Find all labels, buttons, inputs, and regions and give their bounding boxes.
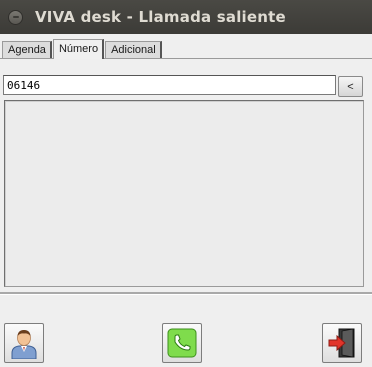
- exit-button[interactable]: [322, 323, 362, 363]
- divider: [0, 292, 372, 295]
- backspace-button[interactable]: <: [338, 76, 363, 97]
- call-button[interactable]: [162, 323, 202, 363]
- tab-adicional[interactable]: Adicional: [105, 41, 162, 58]
- window-title: VIVA desk - Llamada saliente: [35, 8, 286, 26]
- tab-strip: Agenda Número Adicional: [2, 38, 163, 59]
- title-bar: VIVA desk - Llamada saliente: [0, 0, 372, 34]
- contacts-button[interactable]: [4, 323, 44, 363]
- user-icon: [11, 330, 37, 359]
- tab-numero[interactable]: Número: [52, 39, 105, 59]
- exit-door-icon: [328, 328, 355, 358]
- tab-agenda[interactable]: Agenda: [2, 41, 52, 58]
- number-input[interactable]: [3, 75, 336, 95]
- results-list[interactable]: [4, 100, 364, 287]
- phone-icon: [167, 328, 197, 358]
- window-close-icon[interactable]: [8, 9, 23, 25]
